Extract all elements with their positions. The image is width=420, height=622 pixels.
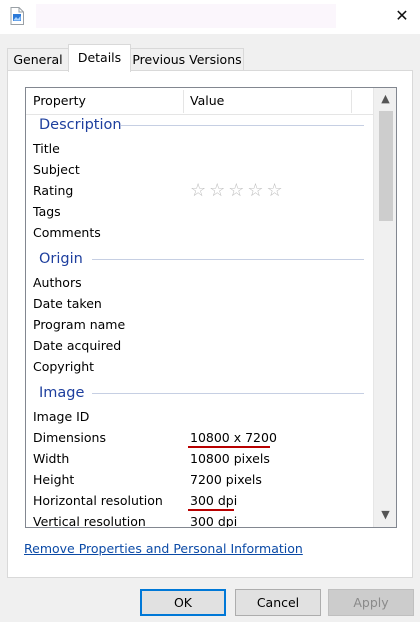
value-horizontal-resolution[interactable]: 300 dpi <box>190 490 237 511</box>
group-heading-image: Image <box>39 385 85 401</box>
group-heading-description: Description <box>39 117 122 133</box>
property-row-copyright: Copyright <box>33 359 95 374</box>
property-row-tags: Tags <box>33 204 61 219</box>
property-row-authors: Authors <box>33 275 82 290</box>
group-divider <box>92 393 364 394</box>
value-dimensions[interactable]: 10800 x 7200 <box>190 427 277 448</box>
tab-details[interactable]: Details <box>68 44 131 72</box>
property-row-vertical-resolution: Vertical resolution <box>33 514 146 528</box>
group-heading-origin: Origin <box>39 251 83 267</box>
scroll-down-icon[interactable]: ▼ <box>374 505 396 525</box>
property-row-image-id: Image ID <box>33 409 90 424</box>
group-divider <box>121 125 364 126</box>
value-vertical-resolution[interactable]: 300 dpi <box>190 511 237 527</box>
close-button[interactable]: ✕ <box>388 4 416 28</box>
property-row-horizontal-resolution: Horizontal resolution <box>33 493 163 508</box>
tab-previous-versions[interactable]: Previous Versions <box>130 48 244 71</box>
property-row-rating: Rating <box>33 183 74 198</box>
apply-button[interactable]: Apply <box>328 589 414 616</box>
column-divider[interactable] <box>183 90 184 113</box>
list-header: Property Value <box>26 88 373 115</box>
group-divider <box>92 259 364 260</box>
document-image-icon <box>10 7 24 25</box>
details-panel: Property Value Description Title Subject… <box>7 70 413 578</box>
title-bar: ✕ <box>0 0 420 34</box>
ok-button[interactable]: OK <box>140 589 226 616</box>
scroll-up-icon[interactable]: ▲ <box>374 89 396 109</box>
property-row-height: Height <box>33 472 75 487</box>
window-title-redacted <box>36 4 336 28</box>
property-row-date-taken: Date taken <box>33 296 102 311</box>
value-column-header[interactable]: Value <box>190 88 224 114</box>
property-row-comments: Comments <box>33 225 101 240</box>
property-row-subject: Subject <box>33 162 80 177</box>
value-height[interactable]: 7200 pixels <box>190 469 262 490</box>
rating-stars[interactable]: ☆☆☆☆☆ <box>190 180 286 201</box>
column-divider[interactable] <box>351 90 352 113</box>
property-row-width: Width <box>33 451 70 466</box>
property-list[interactable]: Property Value Description Title Subject… <box>25 87 397 528</box>
close-icon: ✕ <box>395 6 409 25</box>
cancel-button[interactable]: Cancel <box>235 589 321 616</box>
property-row-dimensions: Dimensions <box>33 430 106 445</box>
property-row-title: Title <box>33 141 60 156</box>
property-row-program-name: Program name <box>33 317 126 332</box>
value-width[interactable]: 10800 pixels <box>190 448 270 469</box>
vertical-scrollbar[interactable]: ▲ ▼ <box>373 88 396 527</box>
property-column-header[interactable]: Property <box>33 88 86 114</box>
tab-general[interactable]: General <box>7 48 69 71</box>
remove-properties-link[interactable]: Remove Properties and Personal Informati… <box>24 541 303 556</box>
property-row-date-acquired: Date acquired <box>33 338 122 353</box>
scrollbar-thumb[interactable] <box>379 111 393 221</box>
